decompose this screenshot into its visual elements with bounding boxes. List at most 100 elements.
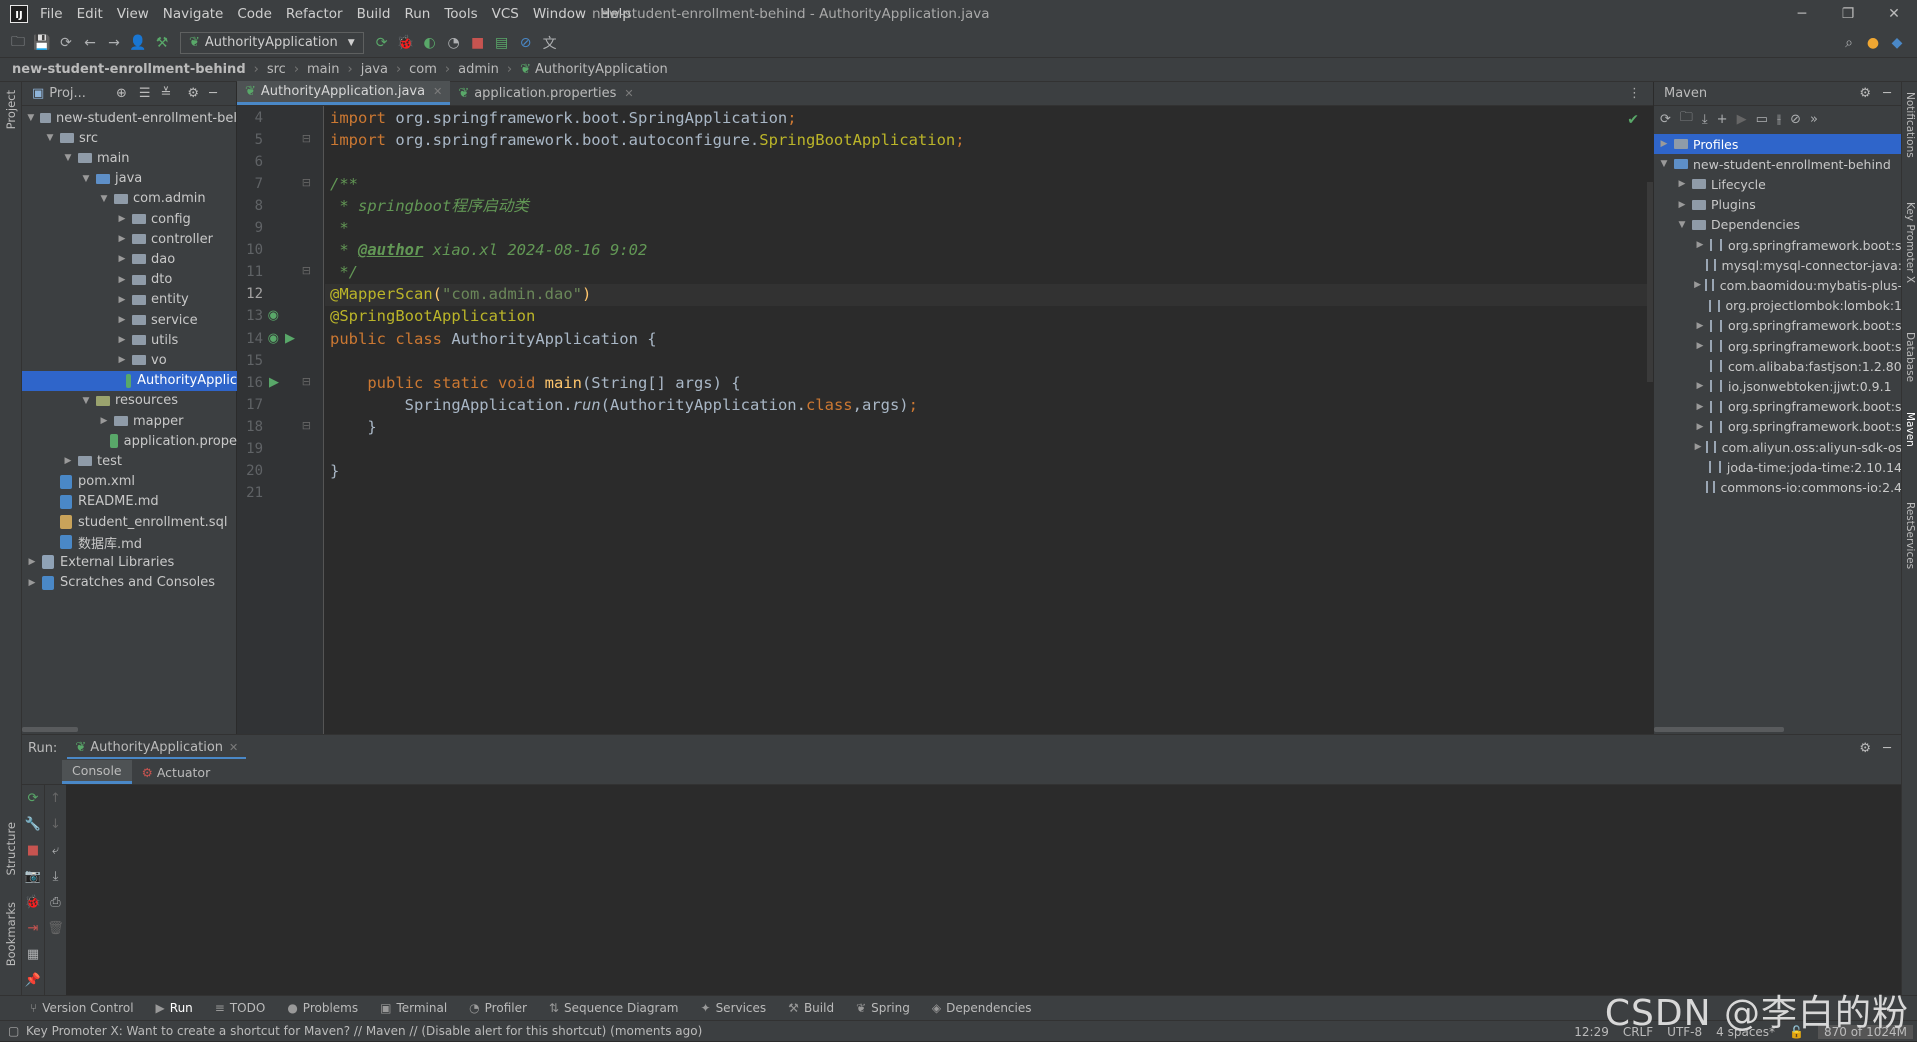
menu-item-tools[interactable]: Tools (444, 6, 477, 22)
rerun-icon[interactable]: ⟳ (370, 31, 394, 55)
menu-item-build[interactable]: Build (357, 6, 391, 22)
editor-tab[interactable]: ❦ AuthorityApplication.java ✕ (237, 81, 451, 105)
chevron-right-icon[interactable]: ▶ (1694, 381, 1706, 391)
chevron-right-icon[interactable]: ▶ (1694, 240, 1706, 250)
project-tree-item[interactable]: ▶ config (22, 209, 237, 229)
translate-icon[interactable]: 文 (538, 31, 562, 55)
database-tool-button[interactable]: Database (1904, 332, 1916, 382)
chevron-down-icon[interactable]: ▼ (80, 174, 92, 184)
chevron-right-icon[interactable]: ▶ (1694, 321, 1706, 331)
project-tree-item[interactable]: ▼ java (22, 169, 237, 189)
chevron-right-icon[interactable]: ▶ (1694, 442, 1702, 452)
maven-tree-item[interactable]: ▶ org.springframework.boot:s (1654, 316, 1902, 336)
project-tree-item[interactable]: ▶ entity (22, 290, 237, 310)
spring-bean-icon[interactable]: ◉ (268, 308, 279, 323)
breadcrumb-item[interactable]: java (361, 62, 388, 77)
editor-tab[interactable]: ❦ application.properties ✕ (450, 81, 641, 105)
structure-tool-button[interactable]: Structure (4, 822, 18, 876)
gear-icon[interactable]: ⚙ (1859, 741, 1871, 756)
project-tree-item[interactable]: student_enrollment.sql (22, 512, 237, 532)
fold-marker-icon[interactable]: ⊟ (302, 132, 311, 145)
maven-tree-item[interactable]: mysql:mysql-connector-java: (1654, 255, 1902, 275)
chevron-right-icon[interactable]: ▶ (1694, 280, 1701, 290)
chevron-down-icon[interactable]: ▼ (1658, 159, 1670, 169)
project-panel-title[interactable]: Proj... (49, 86, 86, 101)
soft-wrap-icon[interactable]: ⤶ (52, 837, 59, 863)
maven-tree-item[interactable]: ▼ Dependencies (1654, 215, 1902, 235)
project-tree-item[interactable]: ▼ com.admin (22, 189, 237, 209)
project-tree-item[interactable]: ▼ new-student-enrollment-bel (22, 108, 237, 128)
menu-item-file[interactable]: File (40, 6, 63, 22)
maven-tree-item[interactable]: joda-time:joda-time:2.10.14 (1654, 457, 1902, 477)
chart-icon[interactable]: ▤ (490, 31, 514, 55)
close-icon[interactable]: ✕ (1871, 0, 1917, 28)
maven-tree-item[interactable]: ▶ Lifecycle (1654, 174, 1902, 194)
menu-item-refactor[interactable]: Refactor (286, 6, 343, 22)
chevron-right-icon[interactable]: ▶ (98, 416, 110, 426)
code-line[interactable]: } (330, 458, 339, 485)
breadcrumb-item[interactable]: src (267, 62, 286, 77)
bottom-tool-services[interactable]: ✦ Services (701, 1001, 767, 1015)
bug-icon[interactable]: 🐞 (25, 889, 41, 915)
spring-bean-icon[interactable]: ◉ (268, 331, 279, 346)
chevron-right-icon[interactable]: ▶ (1658, 139, 1670, 149)
gear-icon[interactable]: ⚙ (187, 86, 199, 101)
debug-icon[interactable]: 🐞 (394, 31, 418, 55)
skip-tests-icon[interactable]: ⊘ (1790, 112, 1801, 127)
project-tree-item[interactable]: ▶ External Libraries (22, 552, 237, 572)
run-config-tab[interactable]: ❦ AuthorityApplication ✕ (67, 738, 247, 759)
chevron-down-icon[interactable]: ▼ (26, 113, 36, 123)
chevron-right-icon[interactable]: ▶ (1676, 179, 1688, 189)
maven-horizontal-scrollbar[interactable] (1654, 727, 1784, 732)
toggle-offline-icon[interactable]: ⫲ (1777, 112, 1781, 127)
exit-icon[interactable]: ⇥ (28, 915, 39, 941)
bottom-tool-dependencies[interactable]: ◈ Dependencies (932, 1001, 1032, 1015)
project-tree-item[interactable]: ▼ main (22, 148, 237, 168)
chevron-right-icon[interactable]: ▶ (116, 254, 128, 264)
menu-item-view[interactable]: View (117, 6, 149, 22)
project-tree-item[interactable]: ▶ dto (22, 270, 237, 290)
hide-icon[interactable]: ─ (1883, 86, 1891, 101)
chevron-right-icon[interactable]: ▶ (26, 578, 38, 588)
menu-item-edit[interactable]: Edit (77, 6, 103, 22)
open-folder-icon[interactable]: 🗀 (6, 31, 30, 55)
run-gutter-icon[interactable]: ▶ (285, 331, 295, 346)
bottom-tool-build[interactable]: ⚒ Build (788, 1001, 834, 1015)
breadcrumb-item[interactable]: admin (458, 62, 499, 77)
chevron-right-icon[interactable]: ▶ (116, 315, 128, 325)
project-tree-item[interactable]: application.prope (22, 431, 237, 451)
forward-icon[interactable]: → (102, 31, 126, 55)
project-tree-item[interactable]: AuthorityApplic (22, 370, 237, 391)
expand-all-icon[interactable]: ☰ (139, 86, 151, 101)
bottom-tool-run[interactable]: ▶ Run (156, 1001, 193, 1015)
maven-tree-item[interactable]: org.projectlombok:lombok:1 (1654, 296, 1902, 316)
chevron-right-icon[interactable]: ▶ (116, 234, 128, 244)
save-icon[interactable]: 💾 (30, 31, 54, 55)
project-tree-item[interactable]: ▶ utils (22, 330, 237, 350)
run-configuration-select[interactable]: ❦ AuthorityApplication ▼ (180, 31, 364, 54)
code-line[interactable]: } (330, 414, 376, 441)
chevron-right-icon[interactable]: ▶ (1694, 422, 1706, 432)
minimize-icon[interactable]: ─ (1779, 0, 1825, 28)
project-tree-item[interactable]: ▶ vo (22, 350, 237, 370)
project-tool-button[interactable]: Project (4, 90, 18, 129)
search-icon[interactable]: ⌕ (1837, 31, 1861, 55)
code-line[interactable]: SpringApplication.run(AuthorityApplicati… (330, 392, 918, 419)
project-tree-item[interactable]: README.md (22, 492, 237, 512)
console-output[interactable] (80, 785, 1901, 995)
back-icon[interactable]: ← (78, 31, 102, 55)
chevron-down-icon[interactable]: ▼ (80, 396, 92, 406)
chevron-right-icon[interactable]: ▶ (26, 557, 38, 567)
maven-tree-item[interactable]: commons-io:commons-io:2.4 (1654, 477, 1902, 497)
add-folder-icon[interactable]: 🗀 (1680, 108, 1693, 130)
horizontal-scrollbar[interactable] (22, 727, 78, 732)
close-tab-icon[interactable]: ✕ (624, 87, 633, 100)
chevron-down-icon[interactable]: ▼ (44, 133, 56, 143)
bottom-tool-terminal[interactable]: ▣ Terminal (380, 1001, 447, 1015)
chevron-down-icon[interactable]: ▼ (98, 194, 110, 204)
locate-icon[interactable]: ⊕ (116, 86, 127, 101)
download-icon[interactable]: ⤓ (1702, 112, 1708, 127)
chevron-down-icon[interactable]: ▼ (1676, 220, 1688, 230)
code-line[interactable]: * springboot程序启动类 (330, 193, 529, 220)
scroll-end-icon[interactable]: ⤓ (53, 863, 59, 889)
